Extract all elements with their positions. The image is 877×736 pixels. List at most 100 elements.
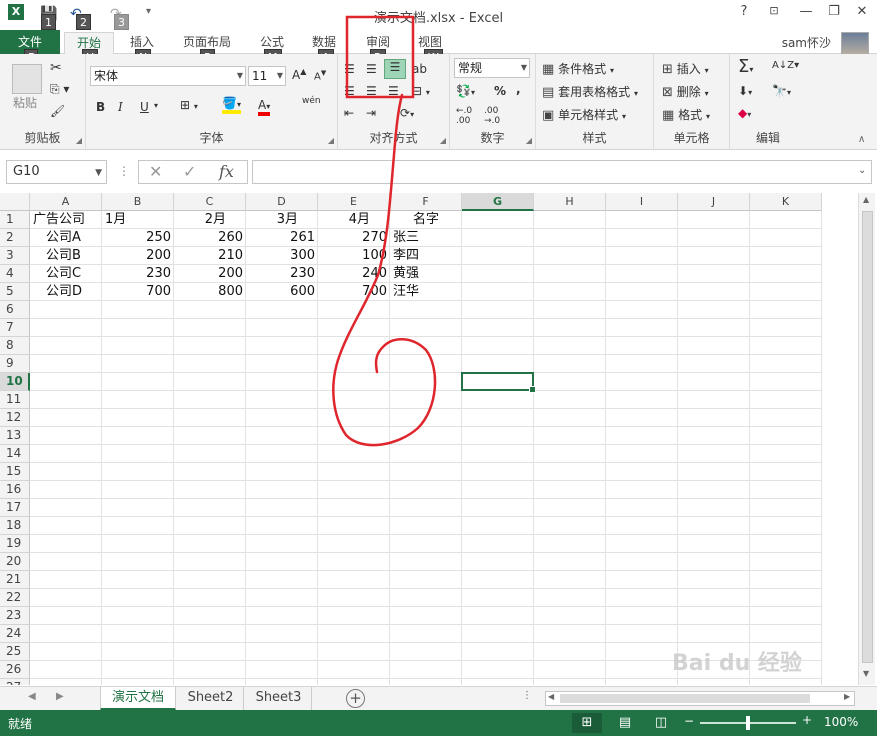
ribbon-display-icon[interactable]: ⊡ [762,4,786,24]
row-header[interactable]: 25 [0,643,30,661]
align-center-icon[interactable]: ☰ [366,84,377,98]
align-left-icon[interactable]: ☰ [344,84,355,98]
underline-dropdown-icon[interactable]: ▾ [154,101,158,110]
comma-icon[interactable]: , [516,82,521,96]
row-header[interactable]: 10 [0,373,30,391]
row-header[interactable]: 6 [0,301,30,319]
borders-icon[interactable]: ⊞ ▾ [180,98,198,112]
font-size-select[interactable]: 11 ▼ [248,66,286,86]
cell[interactable]: 700 [102,283,174,301]
row-header[interactable]: 14 [0,445,30,463]
row-header[interactable]: 18 [0,517,30,535]
close-button[interactable]: ✕ [850,4,874,24]
decrease-decimal-icon[interactable]: .00 →.0 [484,106,500,126]
horizontal-scrollbar[interactable]: ◀ ▶ [545,691,855,706]
row-header[interactable]: 16 [0,481,30,499]
row-header[interactable]: 22 [0,589,30,607]
normal-view-icon[interactable]: ⊞ [572,713,602,733]
increase-indent-icon[interactable]: ⇥ [366,106,376,120]
align-bottom-icon[interactable]: ☰ [384,59,406,79]
number-format-select[interactable]: 常规 ▼ [454,58,530,78]
conditional-format-button[interactable]: ▦ 条件格式 ▾ [542,60,614,77]
cell[interactable]: 李四 [393,247,465,265]
format-painter-icon[interactable]: 🖌 [50,104,65,118]
expand-formula-bar-icon[interactable]: ⌄ [858,165,866,176]
sheet-tab[interactable]: Sheet3 [246,687,312,711]
column-header[interactable]: I [606,193,678,211]
currency-icon[interactable]: 💱▾ [456,84,475,98]
cell[interactable]: 250 [102,229,174,247]
row-header[interactable]: 27 [0,679,30,685]
row-header[interactable]: 5 [0,283,30,301]
format-cells-button[interactable]: ▦ 格式 ▾ [662,106,710,123]
cell[interactable]: 240 [318,265,390,283]
fill-color-icon[interactable]: 🪣▾ [222,96,241,114]
cell[interactable]: 名字 [390,211,462,229]
paste-button[interactable]: 粘贴 [13,94,37,111]
row-header[interactable]: 21 [0,571,30,589]
cell[interactable]: 270 [318,229,390,247]
prev-sheet-icon[interactable]: ◀ [28,691,36,702]
scroll-up-icon[interactable]: ▲ [863,195,869,204]
zoom-slider-knob[interactable] [746,716,750,730]
row-header[interactable]: 2 [0,229,30,247]
column-header[interactable]: C [174,193,246,211]
cell[interactable]: 汪华 [393,283,465,301]
cell[interactable]: 230 [102,265,174,283]
row-header[interactable]: 24 [0,625,30,643]
wrap-text-icon[interactable]: ⟳▾ [400,106,414,120]
decrease-indent-icon[interactable]: ⇤ [344,106,354,120]
row-header[interactable]: 3 [0,247,30,265]
cut-icon[interactable]: ✂ [50,60,62,76]
user-name[interactable]: sam怀沙 [782,34,831,51]
cell[interactable]: 100 [318,247,390,265]
column-header[interactable]: B [102,193,174,211]
format-as-table-button[interactable]: ▤ 套用表格格式 ▾ [542,83,638,100]
copy-icon[interactable]: ⎘ ▾ [50,82,69,97]
column-header[interactable]: J [678,193,750,211]
cell[interactable]: 600 [246,283,318,301]
percent-icon[interactable]: % [494,84,506,98]
row-header[interactable]: 1 [0,211,30,229]
font-color-icon[interactable]: A▾ [258,98,271,116]
restore-button[interactable]: ❐ [822,4,846,24]
cell-styles-button[interactable]: ▣ 单元格样式 ▾ [542,106,626,123]
fill-icon[interactable]: ⬇▾ [738,84,752,98]
name-box[interactable]: G10 ▼ [6,160,107,184]
delete-cells-button[interactable]: ⊠ 删除 ▾ [662,83,709,100]
column-header[interactable]: A [30,193,102,211]
merge-center-icon[interactable]: ⊟ ▾ [412,84,430,98]
row-header[interactable]: 9 [0,355,30,373]
clear-icon[interactable]: ◆▾ [738,106,751,120]
row-header[interactable]: 23 [0,607,30,625]
cell[interactable]: 1月 [105,211,177,229]
launcher-icon[interactable]: ◢ [76,136,82,145]
zoom-in-icon[interactable]: + [802,713,812,727]
scroll-right-icon[interactable]: ▶ [844,692,850,701]
font-name-select[interactable]: 宋体 ▼ [90,66,246,86]
cell[interactable]: 2月 [174,211,246,229]
more-options-icon[interactable]: ⋮ [118,164,130,178]
row-header[interactable]: 12 [0,409,30,427]
find-select-icon[interactable]: 🔭▾ [772,84,791,98]
cell[interactable]: 广告公司 [33,211,105,229]
increase-decimal-icon[interactable]: ←.0.00 [456,106,472,126]
scroll-left-icon[interactable]: ◀ [548,692,554,701]
page-layout-view-icon[interactable]: ▤ [610,713,640,733]
phonetic-button[interactable]: wén [302,96,321,106]
zoom-slider[interactable] [700,716,796,730]
vertical-scrollbar[interactable]: ▲ ▼ [858,193,875,685]
cell[interactable]: 261 [246,229,318,247]
sort-filter-icon[interactable]: A↓Z▾ [772,60,799,71]
cell[interactable]: 4月 [318,211,390,229]
shrink-font-icon[interactable]: A▼ [314,69,326,82]
bold-button[interactable]: B [96,100,105,114]
row-header[interactable]: 13 [0,427,30,445]
row-header[interactable]: 19 [0,535,30,553]
row-header[interactable]: 7 [0,319,30,337]
column-header[interactable]: H [534,193,606,211]
cell[interactable]: 黄强 [393,265,465,283]
italic-button[interactable]: I [118,100,123,114]
paste-icon[interactable] [12,64,42,94]
collapse-ribbon-icon[interactable]: ∧ [858,134,865,145]
